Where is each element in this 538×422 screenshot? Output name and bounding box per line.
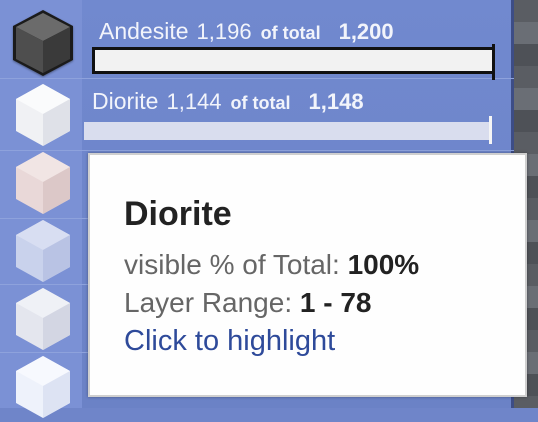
highlight-link[interactable]: Click to highlight [124, 325, 335, 358]
tooltip-title: Diorite [124, 195, 232, 233]
block-count: 1,196 [196, 19, 252, 44]
block-total: 1,200 [338, 19, 394, 44]
visible-percent-value: 100% [347, 249, 420, 280]
andesite-block-icon[interactable] [10, 8, 76, 78]
block-icon[interactable] [10, 216, 76, 286]
count-bar [84, 116, 492, 144]
row-divider [0, 78, 514, 79]
visible-percent-line: visible % of Total: 100% [124, 249, 419, 281]
count-bar [92, 44, 495, 80]
diorite-block-icon[interactable] [10, 80, 76, 150]
block-name: Diorite [92, 88, 159, 114]
granite-block-icon[interactable] [10, 148, 76, 218]
block-name: Andesite [99, 18, 189, 44]
block-tooltip: Diorite visible % of Total: 100% Layer R… [88, 153, 527, 397]
of-total-label: of total [230, 93, 291, 113]
of-total-label: of total [260, 23, 321, 43]
block-count: 1,144 [166, 89, 222, 114]
bar-end-tick [489, 116, 492, 144]
layer-range-line: Layer Range: 1 - 78 [124, 287, 372, 319]
block-total: 1,148 [308, 89, 364, 114]
bar-end-tick [492, 44, 495, 80]
block-icon[interactable] [10, 284, 76, 354]
row-label: Andesite 1,196 of total 1,200 [99, 18, 394, 45]
visible-percent-label: visible % of Total: [124, 249, 340, 280]
row-label: Diorite 1,144 of total 1,148 [92, 88, 364, 115]
row-divider [0, 150, 514, 151]
block-icon[interactable] [10, 352, 76, 422]
layer-range-label: Layer Range: [124, 287, 293, 318]
layer-range-value: 1 - 78 [299, 287, 372, 318]
